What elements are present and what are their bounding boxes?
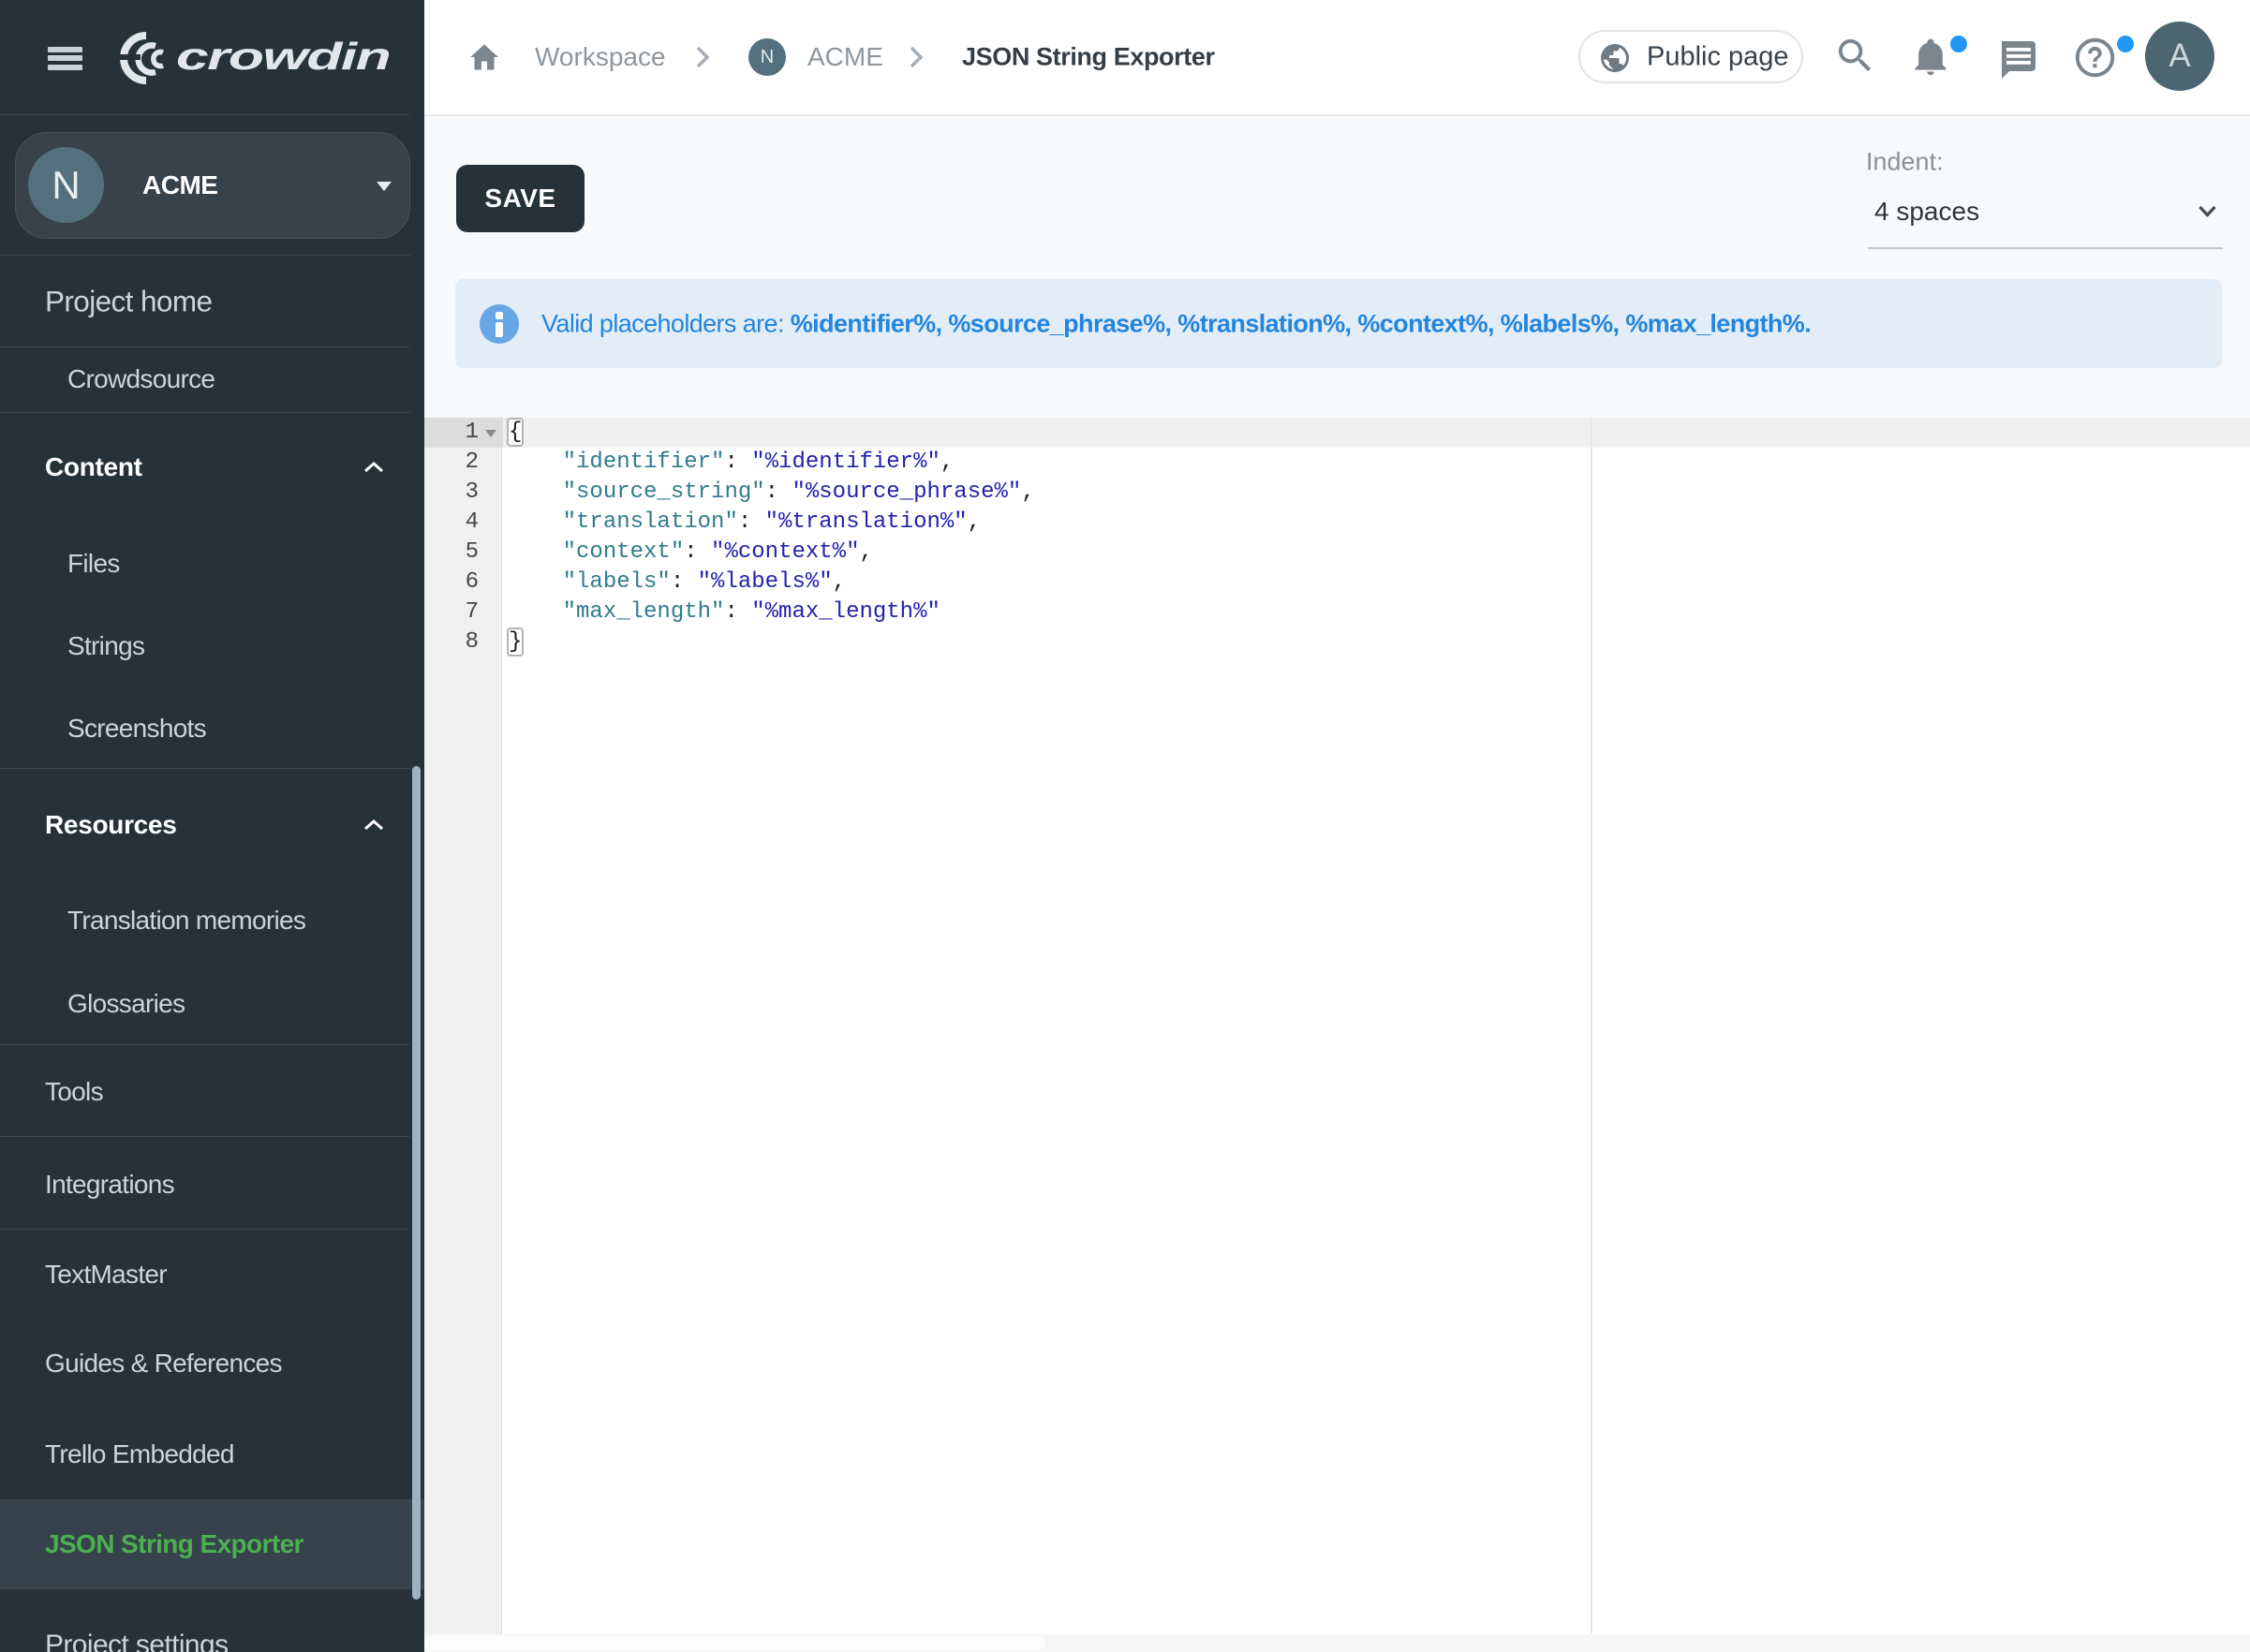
svg-text:crowdin: crowdin (176, 35, 390, 78)
